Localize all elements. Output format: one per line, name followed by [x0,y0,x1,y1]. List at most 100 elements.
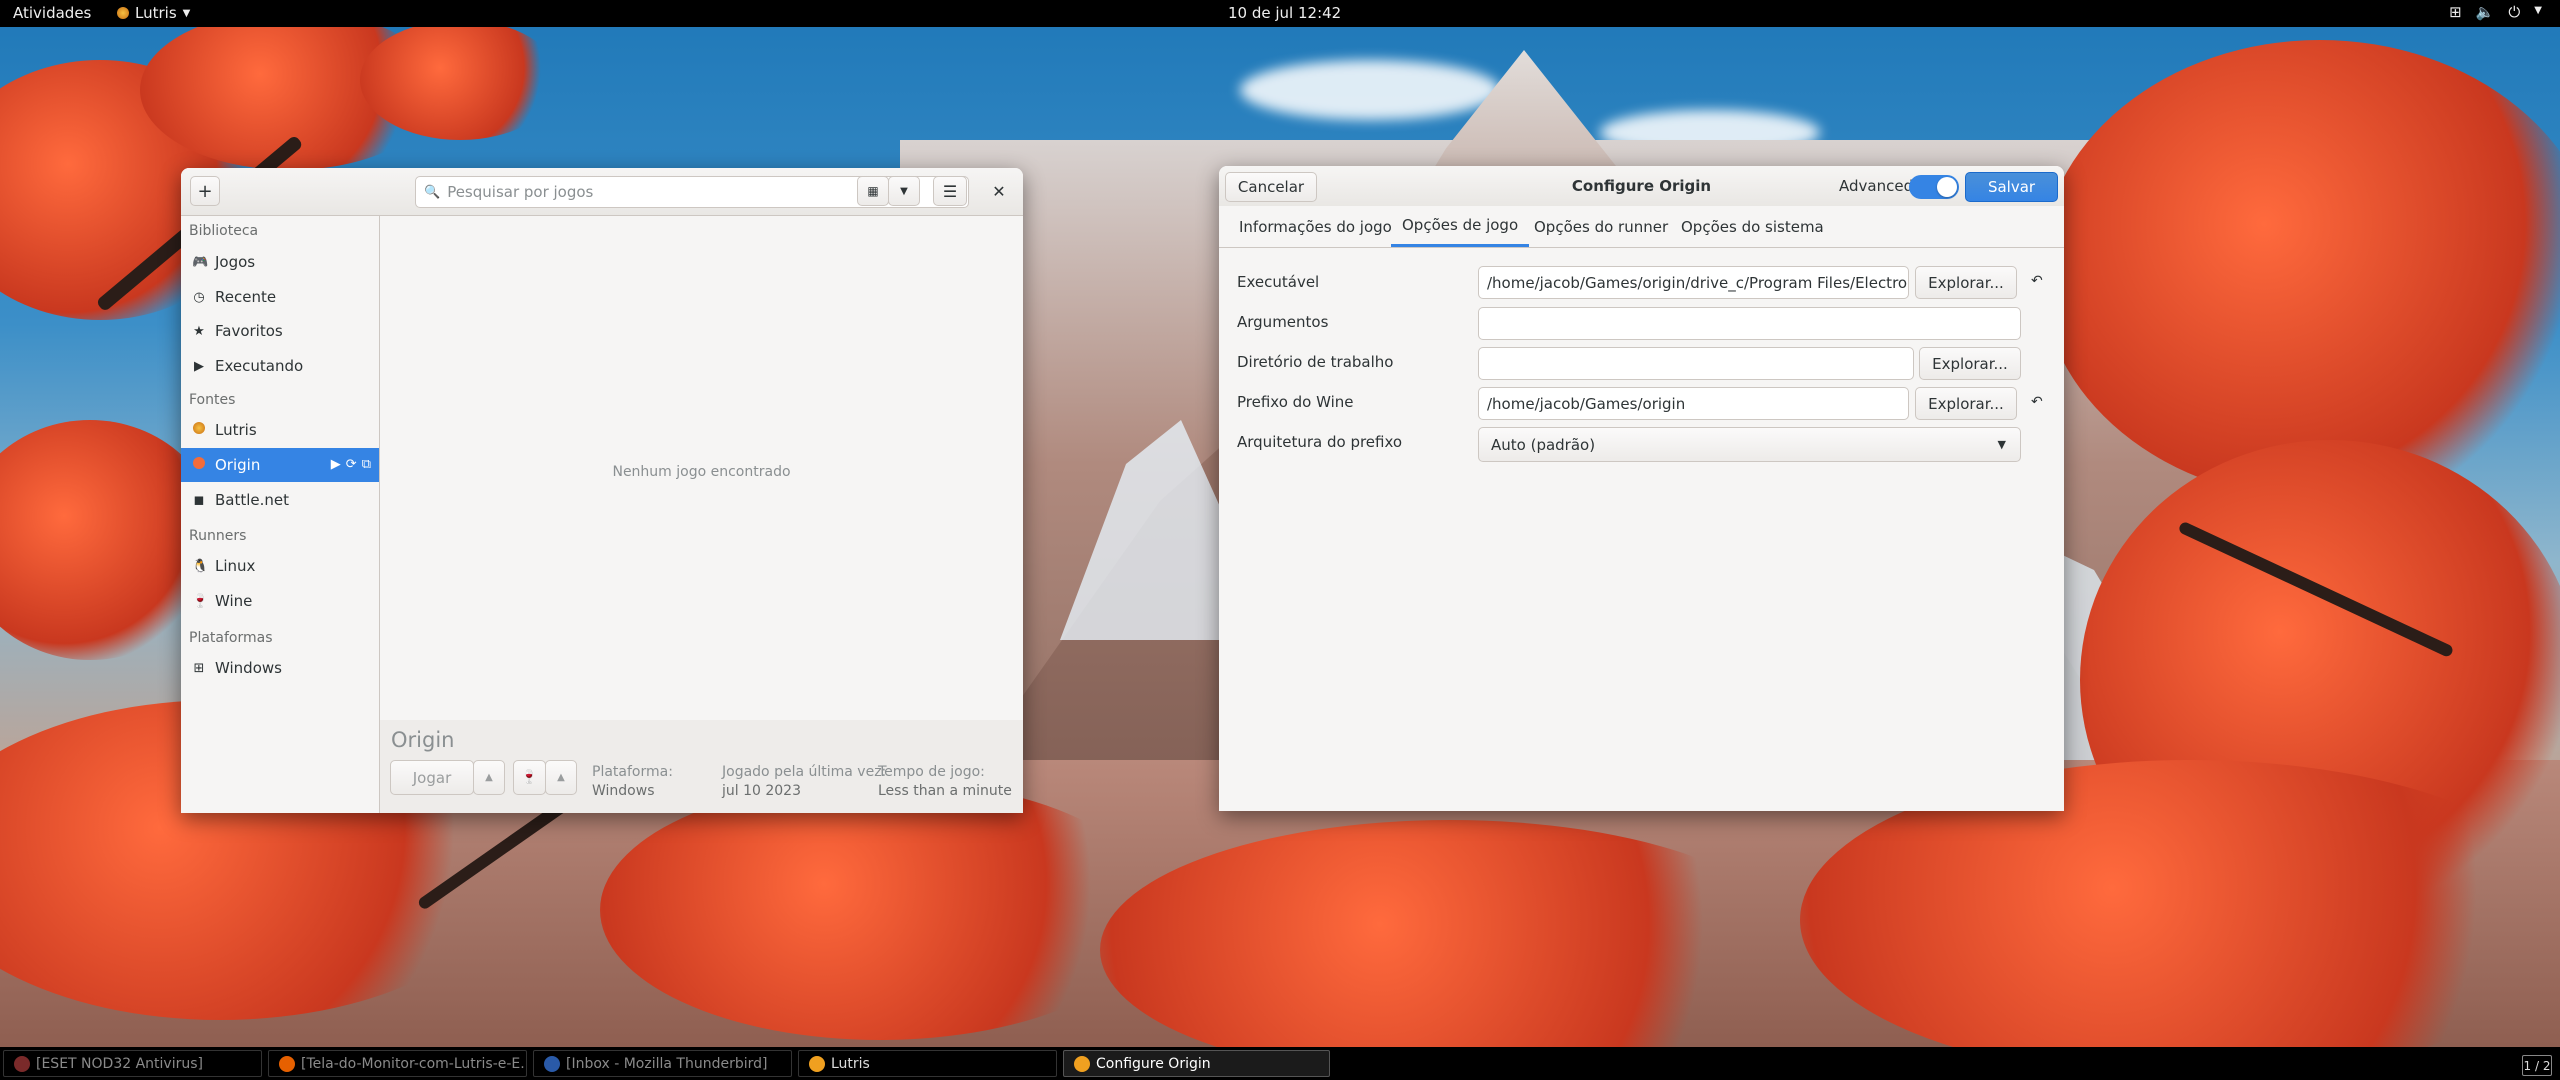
play-options-button[interactable]: ▲ [473,760,505,795]
dialog-headerbar: Cancelar Configure Origin Advanced Salva… [1219,166,2064,207]
arch-select-value: Auto (padrão) [1491,435,1596,454]
sidebar-item-favoritos[interactable]: ★ Favoritos [181,314,379,348]
reset-icon[interactable]: ↶ [2031,394,2043,410]
wineprefix-field[interactable]: /home/jacob/Games/origin [1478,387,1909,420]
sidebar-item-lutris[interactable]: Lutris [181,413,379,447]
origin-icon [192,457,206,473]
wine-tools-button[interactable]: 🍷 [513,760,546,795]
workdir-label: Diretório de trabalho [1237,353,1394,371]
play-icon: ▶ [194,358,204,374]
gamepad-icon: 🎮 [192,254,209,270]
system-tray[interactable]: ⊞ 🔈 ⏻ ▼ [2449,3,2542,21]
source-actions: ▶ ⟳ ⧉ [331,457,371,472]
sidebar-item-origin[interactable]: Origin ▶ ⟳ ⧉ [181,448,379,482]
dropdown-arrow-icon: ▼ [182,7,191,19]
taskbar-item-thunderbird[interactable]: [Inbox - Mozilla Thunderbird] [533,1050,792,1077]
game-detail-bar: Origin Jogar ▲ 🍷 ▲ Plataforma: Windows J… [380,720,1023,813]
tab-game-options[interactable]: Opções de jogo [1391,206,1530,247]
refresh-icon[interactable]: ⟳ [346,457,357,472]
workspace-indicator[interactable]: 1 / 2 [2522,1055,2552,1076]
lutris-icon [1074,1055,1090,1072]
save-button[interactable]: Salvar [1965,172,2058,202]
thunderbird-icon [544,1055,560,1072]
sidebar-item-label: Executando [215,357,304,375]
taskbar-item-eset[interactable]: [ESET NOD32 Antivirus] [3,1050,262,1077]
taskbar-item-lutris[interactable]: Lutris [798,1050,1057,1077]
sidebar-item-label: Wine [215,592,253,610]
sidebar-item-executando[interactable]: ▶ Executando [181,349,379,383]
sidebar-item-label: Windows [215,659,282,677]
lutris-headerbar: + 🔍 Pesquisar por jogos ▦ ▼ ☰ ✕ [181,168,1023,216]
windows-icon: ⊞ [193,660,205,676]
tab-runner-options[interactable]: Opções do runner [1534,206,1668,247]
sidebar-item-label: Favoritos [215,322,283,340]
game-grid: Nenhum jogo encontrado [380,216,1023,720]
wine-options-button[interactable]: ▲ [545,760,577,795]
sidebar: Biblioteca 🎮 Jogos ◷ Recente ★ Favoritos ▶ E… [181,216,380,813]
sidebar-item-wine[interactable]: 🍷 Wine [181,584,379,618]
arguments-label: Argumentos [1237,313,1329,331]
chevron-up-icon: ▲ [557,772,565,783]
platform-label: Plataforma: [592,764,673,780]
taskbar-item-firefox[interactable]: [Tela-do-Monitor-com-Lutris-e-E... [268,1050,527,1077]
last-played-label: Jogado pela última vez: [722,764,887,780]
workdir-field[interactable] [1478,347,1914,380]
last-played-value: jul 10 2023 [722,783,801,799]
taskbar: [ESET NOD32 Antivirus] [Tela-do-Monitor-… [0,1047,2560,1080]
executable-browse-button[interactable]: Explorar... [1915,266,2017,299]
activities-button[interactable]: Atividades [13,4,91,22]
grid-icon: ▦ [867,184,879,198]
volume-icon: 🔈 [2475,3,2495,21]
grid-view-button[interactable]: ▦ [857,176,889,206]
close-button[interactable]: ✕ [987,180,1011,204]
taskbar-item-label: [ESET NOD32 Antivirus] [36,1055,203,1072]
sidebar-item-label: Recente [215,288,277,306]
configure-icon[interactable]: ⧉ [362,457,371,472]
arguments-field[interactable] [1478,307,2021,340]
battlenet-icon: ◼ [193,492,205,508]
wine-icon: 🍷 [192,593,209,609]
lutris-icon [809,1055,825,1072]
clock[interactable]: 10 de jul 12:42 [1228,4,1341,22]
arch-label: Arquitetura do prefixo [1237,433,1403,451]
wineprefix-browse-button[interactable]: Explorar... [1915,387,2017,420]
workdir-browse-button[interactable]: Explorar... [1919,347,2021,380]
arch-select[interactable]: Auto (padrão) ▼ [1478,427,2021,462]
sidebar-item-jogos[interactable]: 🎮 Jogos [181,245,379,279]
view-options-dropdown[interactable]: ▼ [888,176,920,206]
toggle-knob [1937,177,1957,197]
chevron-down-icon: ▼ [1997,438,2006,451]
advanced-toggle[interactable] [1909,175,1959,199]
play-button[interactable]: Jogar [390,760,474,795]
sidebar-section-library: Biblioteca [189,223,259,239]
sidebar-section-runners: Runners [189,528,247,544]
taskbar-item-configure-origin[interactable]: Configure Origin [1063,1050,1330,1077]
wineprefix-label: Prefixo do Wine [1237,393,1354,411]
taskbar-item-label: Lutris [831,1055,870,1072]
game-title: Origin [391,728,455,752]
sidebar-item-label: Jogos [215,253,256,271]
top-bar: Atividades Lutris ▼ 10 de jul 12:42 ⊞ 🔈 … [0,0,2560,27]
dialog-tabs: Informações do jogo Opções de jogo Opçõe… [1219,206,2064,248]
empty-message: Nenhum jogo encontrado [612,464,791,480]
tab-game-info[interactable]: Informações do jogo [1239,206,1392,247]
add-game-button[interactable]: + [190,176,220,206]
reset-icon[interactable]: ↶ [2031,273,2043,289]
main-menu-button[interactable]: ☰ [933,176,967,206]
sidebar-item-label: Linux [215,557,256,575]
executable-field[interactable]: /home/jacob/Games/origin/drive_c/Program… [1478,266,1909,299]
run-icon[interactable]: ▶ [331,457,341,472]
star-icon: ★ [193,323,205,339]
sidebar-item-windows[interactable]: ⊞ Windows [181,651,379,685]
hamburger-icon: ☰ [942,181,958,201]
firefox-icon [279,1055,295,1072]
chevron-down-icon: ▼ [900,185,908,197]
sidebar-item-recente[interactable]: ◷ Recente [181,280,379,314]
app-menu[interactable]: Lutris ▼ [117,4,190,22]
taskbar-item-label: [Tela-do-Monitor-com-Lutris-e-E... [301,1055,527,1072]
sidebar-item-battlenet[interactable]: ◼ Battle.net [181,483,379,517]
search-icon: 🔍 [424,184,441,200]
close-icon: ✕ [992,182,1006,201]
tab-system-options[interactable]: Opções do sistema [1681,206,1824,247]
sidebar-item-linux[interactable]: 🐧 Linux [181,549,379,583]
